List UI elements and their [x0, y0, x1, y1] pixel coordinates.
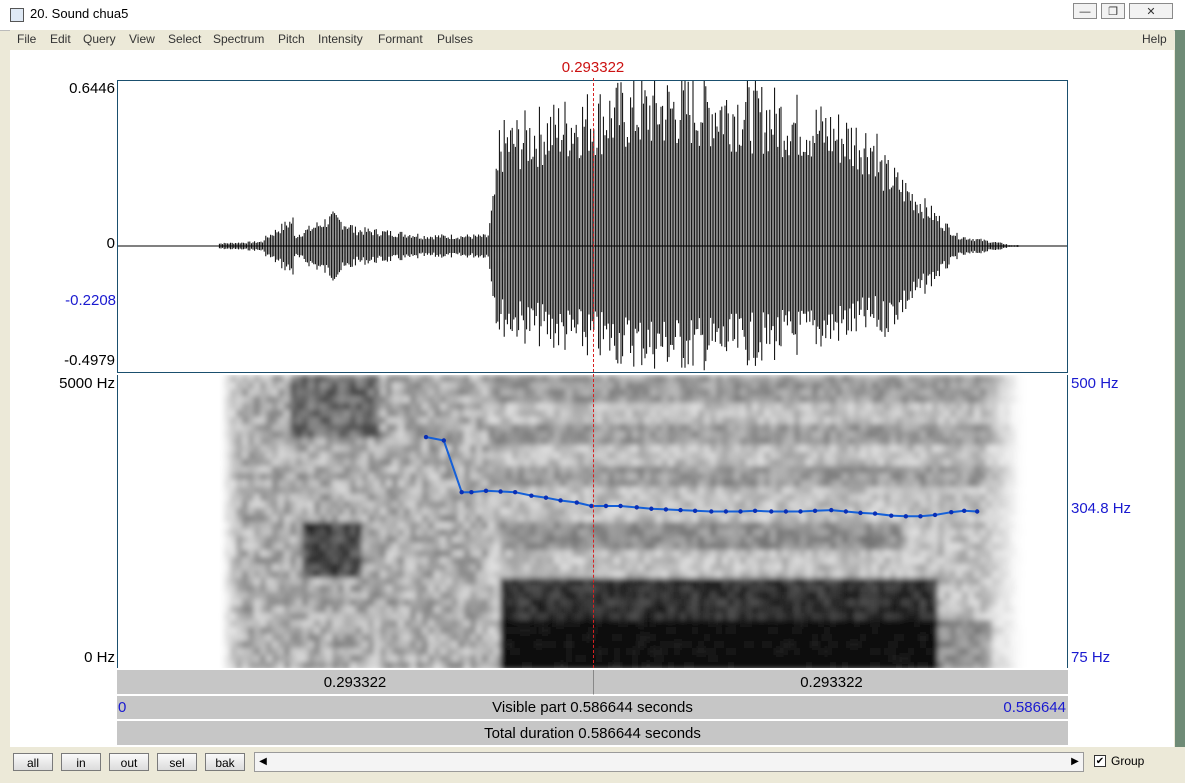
time-bar-right-segment[interactable]: 0.293322 — [593, 670, 1068, 695]
cursor-time-label: 0.293322 — [561, 59, 625, 76]
menu-pitch[interactable]: Pitch — [278, 32, 305, 46]
menu-formant[interactable]: Formant — [378, 32, 423, 46]
pitch-point — [812, 508, 818, 514]
menu-bar: File Edit Query View Select Spectrum Pit… — [10, 30, 1174, 50]
pitch-point — [949, 509, 954, 515]
pitch-point — [783, 509, 789, 514]
title-bar: 20. Sound chua5 — ❐ ✕ — [0, 0, 1185, 31]
spectrogram-freq-bottom-label: 0 Hz — [84, 649, 115, 666]
pitch-point — [872, 511, 878, 516]
zoom-back-button[interactable]: bak — [205, 753, 245, 771]
praat-sound-editor-window: 20. Sound chua5 — ❐ ✕ File Edit Query Vi… — [0, 0, 1185, 783]
menu-edit[interactable]: Edit — [50, 32, 71, 46]
pitch-point — [543, 495, 549, 500]
pitch-point — [769, 509, 774, 514]
pitch-point — [663, 507, 669, 512]
zoom-in-button[interactable]: in — [61, 753, 101, 771]
left-segment-duration: 0.293322 — [323, 674, 387, 691]
group-checkbox[interactable]: ✔ — [1094, 755, 1106, 767]
menu-pulses[interactable]: Pulses — [437, 32, 473, 46]
minimize-button[interactable]: — — [1073, 3, 1097, 19]
pitch-point — [529, 493, 534, 498]
pitch-point — [634, 505, 639, 510]
right-segment-duration: 0.293322 — [800, 674, 863, 691]
visible-start-time: 0 — [118, 699, 127, 716]
pitch-point — [962, 508, 967, 514]
group-label: Group — [1111, 754, 1145, 768]
waveform-y-marker-label: -0.2208 — [65, 292, 116, 309]
pitch-cursor-label: 304.8 Hz — [1071, 500, 1132, 517]
pitch-point — [932, 512, 938, 518]
zoom-out-button[interactable]: out — [109, 753, 149, 771]
pitch-point — [752, 508, 758, 514]
waveform-y-min-label: -0.4979 — [64, 352, 115, 369]
time-bar-left-segment[interactable]: 0.293322 — [117, 670, 593, 695]
bottom-toolbar: all in out sel bak ◀ ▶ ✔ Group — [0, 747, 1185, 783]
scroll-right-arrow-icon[interactable]: ▶ — [1067, 753, 1083, 771]
pitch-point — [618, 503, 623, 509]
window-title: 20. Sound chua5 — [30, 6, 129, 21]
pitch-point — [574, 500, 579, 505]
waveform-y-zero-label: 0 — [106, 235, 115, 252]
waveform-y-max-label: 0.6446 — [69, 80, 115, 97]
spectrogram-texture — [218, 375, 1023, 668]
pitch-bottom-label: 75 Hz — [1071, 649, 1111, 666]
pitch-point — [469, 490, 474, 495]
pitch-point — [558, 498, 563, 503]
pitch-point — [723, 509, 729, 514]
menu-query[interactable]: Query — [83, 32, 116, 46]
zoom-selection-button[interactable]: sel — [157, 753, 197, 771]
pitch-point — [918, 514, 923, 519]
pitch-point — [498, 489, 503, 494]
pitch-point — [483, 488, 489, 494]
desktop-background-edge — [1175, 30, 1185, 747]
spectrogram-freq-top-label: 5000 Hz — [59, 375, 115, 392]
pitch-point — [678, 507, 683, 513]
pitch-point — [692, 508, 698, 514]
pitch-point — [423, 434, 429, 440]
menu-view[interactable]: View — [129, 32, 155, 46]
visible-part-label: Visible part 0.586644 seconds — [492, 699, 693, 716]
pitch-point — [649, 506, 654, 511]
scroll-left-arrow-icon[interactable]: ◀ — [255, 753, 271, 771]
pitch-point — [459, 490, 464, 495]
pitch-point — [903, 514, 909, 519]
waveform-trace — [218, 81, 1019, 371]
close-button[interactable]: ✕ — [1129, 3, 1173, 19]
menu-file[interactable]: File — [17, 32, 36, 46]
menu-select[interactable]: Select — [168, 32, 201, 46]
cursor-line — [593, 78, 594, 668]
time-bar-visible-part[interactable]: Visible part 0.586644 seconds — [117, 696, 1068, 720]
pitch-point — [709, 509, 714, 514]
pitch-point — [858, 510, 863, 516]
menu-intensity[interactable]: Intensity — [318, 32, 363, 46]
pitch-point — [889, 513, 894, 518]
pitch-point — [441, 438, 447, 443]
menu-help[interactable]: Help — [1142, 32, 1167, 46]
pitch-point — [738, 509, 743, 514]
pitch-top-label: 500 Hz — [1071, 375, 1119, 392]
app-icon — [10, 8, 24, 22]
menu-spectrum[interactable]: Spectrum — [213, 32, 264, 46]
zoom-all-button[interactable]: all — [13, 753, 53, 771]
pitch-point — [798, 509, 803, 514]
restore-button[interactable]: ❐ — [1101, 3, 1125, 19]
pitch-point — [512, 490, 518, 495]
pitch-point — [843, 509, 849, 514]
pitch-point — [829, 507, 834, 513]
visible-end-time: 0.586644 — [1003, 699, 1066, 716]
pitch-point — [603, 503, 609, 509]
time-bar-total-duration[interactable]: Total duration 0.586644 seconds — [117, 721, 1068, 746]
pitch-point — [974, 509, 980, 514]
horizontal-scrollbar[interactable]: ◀ ▶ — [254, 752, 1084, 772]
total-duration-label: Total duration 0.586644 seconds — [484, 725, 701, 742]
